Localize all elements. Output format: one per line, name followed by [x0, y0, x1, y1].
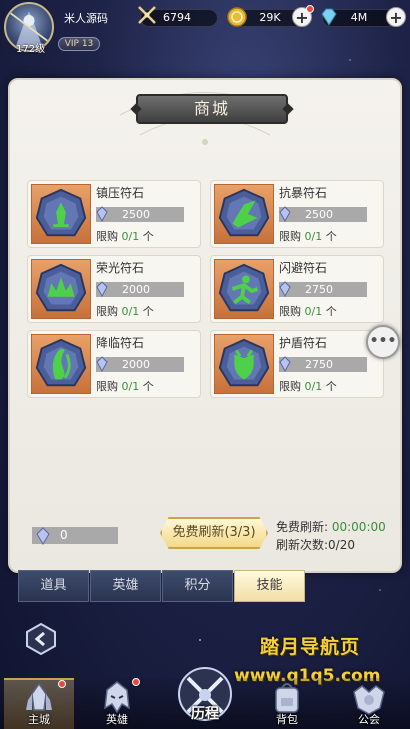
watermark-title: 踏月导航页	[260, 636, 361, 658]
shop-item-card[interactable]: 闪避符石 2750 限购 0/1 个	[210, 255, 384, 323]
descend-rune-icon	[35, 338, 87, 387]
shop-item-card[interactable]: 降临符石 2000 限购 0/1 个	[27, 330, 201, 398]
notification-dot	[132, 678, 140, 686]
item-icon-frame	[31, 259, 91, 319]
chat-bubble-icon: •••	[369, 333, 397, 349]
gold-coin-icon	[227, 7, 247, 27]
tab-skills[interactable]: 技能	[234, 570, 305, 602]
resist-crit-rune-icon	[218, 188, 270, 237]
dodge-rune-icon	[218, 263, 270, 312]
nav-label-heroes: 英雄	[106, 713, 128, 726]
nav-label-main-city: 主城	[28, 713, 50, 726]
nav-heroes[interactable]: 英雄	[82, 678, 152, 729]
item-limit: 限购 0/1 个	[96, 303, 154, 319]
limit-count: 0/1	[121, 380, 140, 393]
item-name: 护盾符石	[279, 336, 328, 350]
limit-prefix: 限购	[279, 305, 305, 318]
notification-dot	[58, 680, 66, 688]
limit-prefix: 限购	[96, 305, 122, 318]
limit-count: 0/1	[304, 230, 323, 243]
power-value: 6794	[163, 11, 191, 24]
crystal-icon	[279, 206, 291, 222]
nav-guild[interactable]: 公会	[334, 678, 404, 729]
nav-main-city[interactable]: 主城	[4, 678, 74, 729]
limit-prefix: 限购	[96, 230, 122, 243]
chat-button[interactable]: •••	[366, 325, 400, 359]
suppress-rune-icon	[35, 188, 87, 237]
crystal-icon	[279, 356, 291, 372]
item-limit: 限购 0/1 个	[96, 228, 154, 244]
item-icon-frame	[214, 184, 274, 244]
shield-rune-icon	[218, 338, 270, 387]
limit-prefix: 限购	[96, 380, 122, 393]
item-limit: 限购 0/1 个	[279, 228, 337, 244]
return-icon	[26, 622, 56, 656]
shop-item-card[interactable]: 镇压符石 2500 限购 0/1 个	[27, 180, 201, 248]
item-name: 降临符石	[96, 336, 145, 350]
limit-suffix: 个	[139, 380, 154, 393]
limit-count: 0/1	[304, 305, 323, 318]
item-icon-frame	[31, 184, 91, 244]
nav-label-journey: 历程	[191, 706, 219, 722]
crossed-swords-icon	[138, 6, 156, 24]
nav-journey[interactable]: 历程	[168, 664, 242, 729]
item-limit: 限购 0/1 个	[279, 303, 337, 319]
diamond-icon	[321, 8, 337, 26]
nav-label-bag: 背包	[276, 713, 298, 726]
top-bar: 172级 米人源码 VIP 13 6794 29K + 4M +	[0, 0, 410, 56]
player-name: 米人源码	[64, 12, 108, 25]
shop-tabs: 道具 英雄 积分 技能	[18, 570, 394, 602]
limit-suffix: 个	[322, 380, 337, 393]
crystal-icon	[279, 281, 291, 297]
crystal-icon	[36, 527, 50, 545]
add-gems-button[interactable]: +	[386, 7, 406, 27]
limit-count: 0/1	[304, 380, 323, 393]
item-limit: 限购 0/1 个	[96, 378, 154, 394]
limit-suffix: 个	[139, 230, 154, 243]
limit-prefix: 限购	[279, 380, 305, 393]
back-button[interactable]	[24, 622, 58, 656]
shop-panel: 商城 镇压符石 2500 限购 0/1 个 抗暴符石 2500 限购 0/1 个…	[8, 78, 402, 573]
free-refresh-line: 免费刷新: 00:00:00	[276, 518, 386, 536]
item-limit: 限购 0/1 个	[279, 378, 337, 394]
free-refresh-button[interactable]: 免费刷新(3/3)	[160, 517, 268, 549]
nav-bag[interactable]: 背包	[252, 678, 322, 729]
gem-value: 4M	[350, 11, 368, 24]
limit-prefix: 限购	[279, 230, 305, 243]
tab-items[interactable]: 道具	[18, 570, 89, 602]
shop-title: 商城	[136, 94, 288, 124]
crystal-icon	[96, 356, 108, 372]
glory-rune-icon	[35, 263, 87, 312]
gold-value: 29K	[259, 11, 281, 24]
item-icon-frame	[214, 334, 274, 394]
item-name: 镇压符石	[96, 186, 145, 200]
vip-badge[interactable]: VIP 13	[58, 37, 100, 51]
shop-item-card[interactable]: 护盾符石 2750 限购 0/1 个	[210, 330, 384, 398]
crystal-icon	[96, 206, 108, 222]
tab-heroes[interactable]: 英雄	[90, 570, 161, 602]
item-icon-frame	[31, 334, 91, 394]
crystal-icon	[96, 281, 108, 297]
shop-item-card[interactable]: 抗暴符石 2500 限购 0/1 个	[210, 180, 384, 248]
nav-label-guild: 公会	[358, 713, 380, 726]
shop-item-card[interactable]: 荣光符石 2000 限购 0/1 个	[27, 255, 201, 323]
item-name: 抗暴符石	[279, 186, 328, 200]
limit-count: 0/1	[121, 230, 140, 243]
item-name: 闪避符石	[279, 261, 328, 275]
player-level: 172级	[16, 44, 46, 55]
tab-points[interactable]: 积分	[162, 570, 233, 602]
limit-suffix: 个	[139, 305, 154, 318]
item-icon-frame	[214, 259, 274, 319]
refresh-count: 刷新次数:0/20	[276, 538, 355, 552]
free-refresh-timer: 00:00:00	[331, 520, 386, 534]
item-name: 荣光符石	[96, 261, 145, 275]
limit-suffix: 个	[322, 305, 337, 318]
refresh-info: 免费刷新: 00:00:00 刷新次数:0/20	[276, 518, 386, 554]
limit-count: 0/1	[121, 305, 140, 318]
notification-dot	[306, 5, 314, 13]
limit-suffix: 个	[322, 230, 337, 243]
free-refresh-label: 免费刷新:	[276, 520, 332, 534]
